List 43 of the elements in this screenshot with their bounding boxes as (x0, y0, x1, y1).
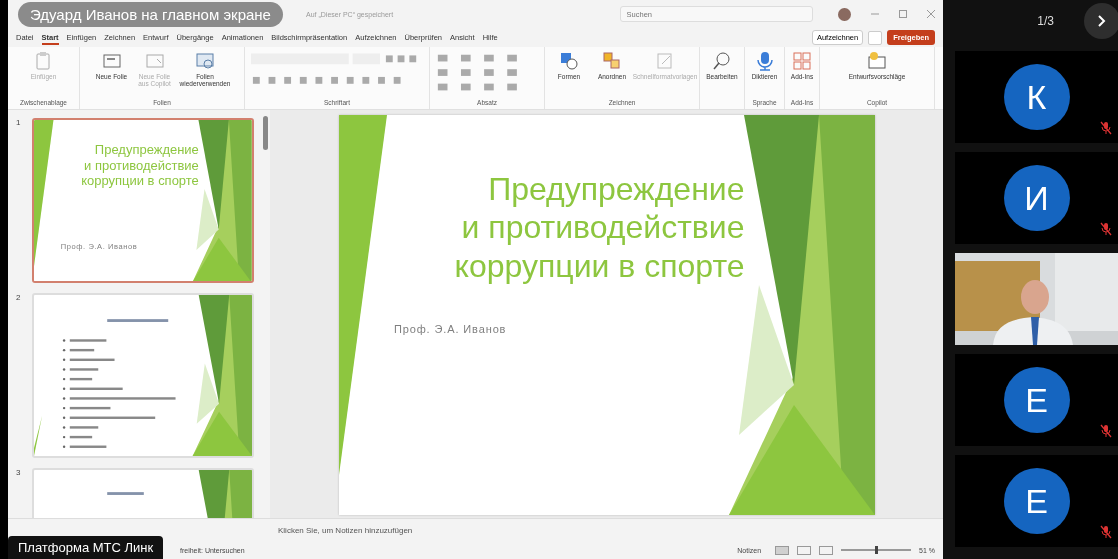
close-icon[interactable] (927, 10, 935, 18)
shapes-icon (559, 51, 579, 71)
sorter-view-icon[interactable] (797, 545, 812, 555)
maximize-icon[interactable] (899, 10, 907, 18)
slide-icon (144, 51, 165, 71)
arrange-icon (602, 51, 622, 71)
next-page-button[interactable] (1084, 3, 1118, 39)
participant-tile[interactable]: Е (955, 354, 1118, 446)
avatar-icon[interactable] (838, 7, 851, 21)
slide-title-line: коррупции в спорте (81, 173, 199, 190)
slide-subtitle: Проф. Э.А. Иванов (392, 322, 508, 335)
style-icon (655, 51, 675, 71)
slide-title-line: Предупреждение (488, 170, 745, 209)
slide-number: 2 (16, 293, 22, 304)
window-icon (867, 51, 887, 71)
slide-icon (101, 51, 122, 71)
slides-icon (195, 51, 215, 71)
participant-tile[interactable]: И (955, 152, 1118, 244)
search-icon (712, 51, 732, 71)
slide-number: 3 (16, 468, 22, 479)
slide-title-line: коррупции в спорте (454, 246, 745, 286)
slide-title-line: и противодействие (461, 208, 745, 247)
participant-avatar: Е (1003, 367, 1070, 433)
platform-label: Платформа МТС Линк (8, 536, 164, 559)
chevron-right-icon (1098, 15, 1106, 27)
comment-icon[interactable] (868, 30, 883, 45)
participant-tile[interactable]: К (955, 51, 1118, 143)
slide-title-line: и противодействие (84, 157, 199, 174)
grid-icon (792, 51, 812, 71)
slide-number: 1 (16, 118, 22, 129)
scrollbar-thumb[interactable] (262, 116, 268, 150)
zoom-slider-thumb[interactable] (874, 546, 878, 554)
reading-view-icon[interactable] (819, 545, 834, 555)
page-indicator: 1/3 (1037, 14, 1054, 28)
normal-view-icon[interactable] (775, 545, 790, 555)
participant-avatar: К (1003, 64, 1070, 130)
participant-avatar: Е (1003, 468, 1070, 534)
presenter-banner: Эдуард Иванов на главном экране (18, 2, 283, 27)
microphone-icon (754, 51, 775, 71)
notes-placeholder[interactable]: Klicken Sie, um Notizen hinzuzufügen (278, 525, 413, 535)
slide-title-line: Предупреждение (94, 142, 199, 158)
participant-tile[interactable]: Е (955, 455, 1118, 547)
participant-avatar: И (1003, 165, 1070, 231)
